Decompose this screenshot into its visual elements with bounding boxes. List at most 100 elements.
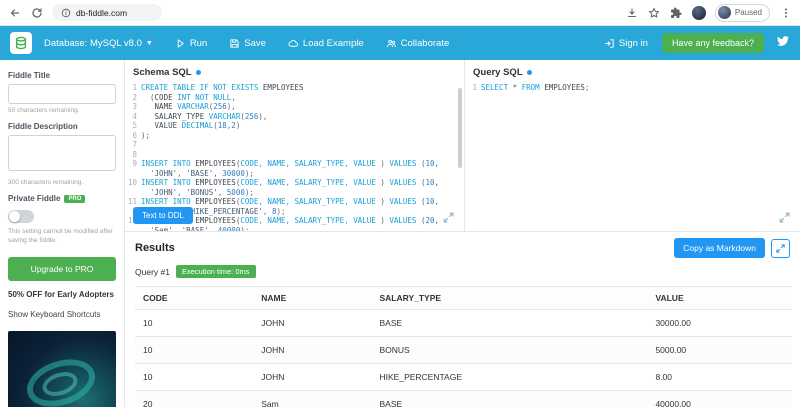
browser-toolbar: db-fiddle.com Paused [0, 0, 800, 26]
sign-in-icon [604, 38, 614, 48]
results-expand-button[interactable] [771, 238, 790, 258]
extension-avatar-icon[interactable] [691, 5, 706, 20]
code-line: 2 (CODE INT NOT NULL, [125, 93, 464, 103]
line-number: 9 [132, 159, 137, 168]
column-header: SALARY_TYPE [371, 286, 648, 310]
carbon-ad-image[interactable] [8, 330, 116, 407]
line-number: 11 [127, 197, 137, 206]
table-cell: 10 [135, 309, 254, 337]
query-editor[interactable]: 1 SELECT * FROM EMPLOYEES; [465, 83, 800, 93]
line-number: 5 [132, 121, 137, 130]
floppy-icon [230, 38, 239, 48]
column-header: NAME [253, 286, 372, 310]
editor-panels: Schema SQL 1 CREATE TABLE IF NOT EXISTS E… [125, 60, 800, 232]
schema-scrollbar[interactable] [458, 88, 462, 168]
column-header: CODE [135, 286, 254, 310]
line-number: 1 [472, 83, 477, 92]
schema-expand-icon[interactable] [442, 211, 455, 224]
title-chars-remaining: 50 characters remaining. [8, 107, 80, 114]
code-line: 9 INSERT INTO EMPLOYEES(CODE, NAME, SALAR… [125, 159, 464, 169]
code-line: 10 INSERT INTO EMPLOYEES(CODE, NAME, SALA… [125, 178, 464, 188]
execution-time-badge: Execution time: 0ms [175, 265, 256, 278]
fiddle-description-label: Fiddle Description [8, 122, 78, 131]
app-header: Database: MySQL v8.0 ▼ Run Save Load Exa… [0, 26, 800, 60]
run-button[interactable]: Run [175, 38, 207, 49]
reload-icon[interactable] [30, 6, 43, 19]
twitter-icon[interactable] [776, 34, 790, 52]
modified-indicator-dot [195, 70, 201, 75]
private-fiddle-note: This setting cannot be modified after sa… [8, 228, 113, 244]
profile-avatar [717, 6, 731, 19]
table-cell: 40000.00 [647, 390, 792, 407]
sidebar: Fiddle Title 50 characters remaining. Fi… [0, 60, 125, 407]
line-number [125, 226, 141, 232]
private-fiddle-toggle[interactable] [8, 210, 34, 223]
save-label: Save [244, 37, 266, 49]
query-expand-icon[interactable] [778, 211, 791, 224]
code-line: 7 [125, 140, 464, 150]
pro-badge: PRO [64, 194, 86, 203]
text-to-ddl-button[interactable]: Text to DDL [133, 207, 193, 224]
database-selector[interactable]: Database: MySQL v8.0 ▼ [44, 38, 153, 49]
paused-label: Paused [734, 8, 762, 17]
table-row: 10 JOHN HIKE_PERCENTAGE 8.00 [135, 363, 792, 391]
sign-in-button[interactable]: Sign in [604, 38, 648, 49]
code-line: 6); [125, 131, 464, 141]
code-line: 4 SALARY_TYPE VARCHAR(256), [125, 112, 464, 122]
table-cell: 10 [135, 363, 254, 391]
upgrade-pro-button[interactable]: Upgrade to PRO [8, 256, 116, 281]
extensions-icon[interactable] [670, 6, 683, 19]
table-cell: 30000.00 [647, 309, 792, 337]
feedback-button[interactable]: Have any feedback? [661, 33, 764, 53]
bookmark-star-icon[interactable] [648, 6, 661, 19]
code-line: 5 VALUE DECIMAL(18,2) [125, 121, 464, 131]
profile-paused-button[interactable]: Paused [714, 3, 770, 22]
description-chars-remaining: 300 characters remaining. [8, 179, 84, 186]
url-text: db-fiddle.com [76, 7, 128, 18]
table-cell: BASE [371, 390, 648, 407]
line-number: 7 [132, 140, 137, 149]
results-table: CODE NAME SALARY_TYPE VALUE 10 JOHN BASE 30000… [135, 286, 792, 407]
address-bar[interactable]: db-fiddle.com [52, 4, 162, 21]
table-cell: JOHN [253, 363, 372, 391]
query-panel: Query SQL 1 SELECT * FROM EMPLOYEES; [465, 60, 800, 231]
database-icon [15, 36, 27, 50]
results-section: Results Copy as Markdown Query #1 Execut… [125, 232, 800, 407]
line-number: 6 [132, 130, 137, 140]
code-line: 'Sam', 'BASE', 40000); [125, 226, 464, 232]
code-line: 'JOHN', 'BASE', 30000); [125, 169, 464, 179]
column-header: VALUE [647, 286, 792, 310]
cloud-icon [288, 39, 298, 47]
table-cell: 10 [135, 336, 254, 364]
schema-panel: Schema SQL 1 CREATE TABLE IF NOT EXISTS E… [125, 60, 465, 231]
code-line: 11 INSERT INTO EMPLOYEES(CODE, NAME, SALA… [125, 197, 464, 207]
code-line: 1 CREATE TABLE IF NOT EXISTS EMPLOYEES [125, 83, 464, 93]
keyboard-shortcuts-link[interactable]: Show Keyboard Shortcuts [8, 310, 116, 319]
table-cell: HIKE_PERCENTAGE [371, 363, 648, 391]
fiddle-title-input[interactable] [8, 84, 116, 104]
line-number [125, 169, 141, 179]
table-cell: Sam [253, 390, 372, 407]
table-cell: BONUS [371, 336, 648, 364]
offer-text: 50% OFF for Early Adopters [8, 289, 114, 299]
browser-menu-icon[interactable] [779, 6, 792, 19]
download-icon[interactable] [626, 6, 639, 19]
copy-as-markdown-button[interactable]: Copy as Markdown [674, 238, 765, 258]
db-fiddle-logo[interactable] [10, 32, 32, 54]
table-row: 10 JOHN BONUS 5000.00 [135, 336, 792, 364]
load-example-button[interactable]: Load Example [288, 38, 364, 49]
save-button[interactable]: Save [229, 38, 266, 49]
load-example-label: Load Example [302, 37, 364, 49]
line-number: 2 [132, 92, 137, 102]
table-cell: JOHN [253, 309, 372, 337]
people-icon [386, 39, 396, 47]
site-info-icon[interactable] [61, 8, 71, 18]
fiddle-description-input[interactable] [8, 135, 116, 171]
back-icon[interactable] [8, 6, 21, 19]
line-number: 10 [127, 178, 137, 187]
code-line: 'JOHN', 'BONUS', 5000); [125, 188, 464, 198]
collaborate-button[interactable]: Collaborate [386, 38, 449, 49]
line-number [125, 188, 141, 198]
modified-indicator-dot [526, 70, 532, 75]
line-number: 8 [132, 149, 137, 159]
